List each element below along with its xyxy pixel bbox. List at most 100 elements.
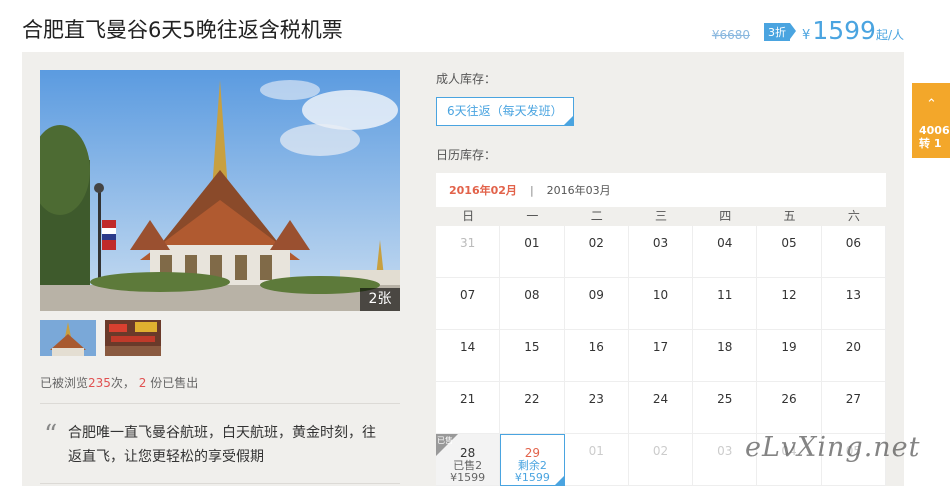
divider xyxy=(40,403,400,404)
calendar-day[interactable]: 24 xyxy=(628,382,694,434)
day-number: 19 xyxy=(781,340,797,354)
calendar-day[interactable]: 14 xyxy=(436,330,501,382)
calendar-day[interactable]: 15 xyxy=(500,330,565,382)
day-number: 20 xyxy=(845,340,861,354)
tab-month-mar[interactable]: 2016年03月 xyxy=(547,182,611,198)
product-title: 合肥直飞曼谷6天5晚往返含税机票 xyxy=(22,18,343,42)
weekday-label: 四 xyxy=(719,209,732,223)
price-area: ¥6680 3折 ¥ 1599 起/人 xyxy=(712,16,904,45)
calendar-day[interactable]: 18 xyxy=(693,330,758,382)
day-number: 02 xyxy=(588,236,604,250)
weekday-label: 三 xyxy=(654,209,667,223)
month-separator: | xyxy=(529,183,534,197)
day-number: 21 xyxy=(460,392,476,406)
day-number: 24 xyxy=(652,392,669,406)
main-photo[interactable]: 2张 xyxy=(40,70,400,311)
calendar-day[interactable]: 16 xyxy=(564,330,629,382)
day-number: 29 xyxy=(524,446,541,460)
calendar-day[interactable]: 08 xyxy=(500,278,565,330)
day-number: 13 xyxy=(845,288,861,302)
weekday-label: 日 xyxy=(462,209,475,223)
day-number: 26 xyxy=(781,392,797,406)
day-number: 27 xyxy=(845,392,861,406)
day-number: 16 xyxy=(588,340,604,354)
calendar-day[interactable]: 27 xyxy=(821,382,886,434)
calendar-day[interactable]: 11 xyxy=(693,278,758,330)
thumbnail-2[interactable] xyxy=(105,320,161,356)
calendar-day[interactable]: 21 xyxy=(436,382,501,434)
day-number: 08 xyxy=(524,288,540,302)
currency-symbol: ¥ xyxy=(802,28,811,43)
day-number: 22 xyxy=(524,392,540,406)
calendar-day[interactable]: 23 xyxy=(564,382,629,434)
day-number: 23 xyxy=(588,392,604,406)
calendar-day[interactable]: 02 xyxy=(564,226,629,278)
day-number: 14 xyxy=(460,340,476,354)
quote-icon: “ xyxy=(44,420,58,450)
day-number: 07 xyxy=(460,288,476,302)
tab-month-feb[interactable]: 2016年02月 xyxy=(449,182,517,198)
view-count: 235 xyxy=(88,376,111,390)
phone-number: 40065 转 1 xyxy=(919,124,950,150)
day-number: 18 xyxy=(717,340,733,354)
contact-sidebar[interactable]: ⌃ 40065 转 1 xyxy=(912,83,950,158)
calendar-day[interactable]: 05 xyxy=(757,226,822,278)
route-option-button[interactable]: 6天往返（每天发班） xyxy=(436,97,574,126)
photo-count-badge: 2张 xyxy=(360,288,400,311)
weekday-label: 六 xyxy=(847,209,860,223)
sold-count: 2 xyxy=(138,376,147,390)
calendar-day[interactable]: 01 xyxy=(500,226,565,278)
day-number: 12 xyxy=(781,288,797,302)
day-number: 03 xyxy=(652,236,669,250)
calendar-day[interactable]: 22 xyxy=(500,382,565,434)
calendar-day[interactable]: 19 xyxy=(757,330,822,382)
calendar-day[interactable]: 20 xyxy=(821,330,886,382)
day-number: 01 xyxy=(524,236,540,250)
day-number: 11 xyxy=(717,288,733,302)
day-price: ¥1599 xyxy=(450,471,486,484)
calendar-day[interactable]: 04 xyxy=(693,226,758,278)
calendar-day[interactable]: 03 xyxy=(628,226,694,278)
day-number: 31 xyxy=(460,236,476,250)
calendar-stock-label: 日历库存： xyxy=(436,148,497,162)
day-number: 17 xyxy=(652,340,669,354)
calendar-day[interactable]: 10 xyxy=(628,278,694,330)
calendar-day: 31 xyxy=(436,226,501,278)
calendar-day[interactable]: 26 xyxy=(757,382,822,434)
product-panel: 2张 已被浏览235次， 2 份已售出 “ 合肥唯一直飞曼谷航班，白天航班，黄金… xyxy=(22,52,904,486)
day-number: 05 xyxy=(781,236,797,250)
calendar-day[interactable]: 13 xyxy=(821,278,886,330)
thumbnail-1[interactable] xyxy=(40,320,96,356)
calendar-day[interactable]: 17 xyxy=(628,330,694,382)
calendar-month-tabs: 2016年02月 | 2016年03月 xyxy=(436,173,886,207)
watermark: eLvXing.net xyxy=(745,432,921,463)
weekday-label: 五 xyxy=(783,209,796,223)
calendar-day: 02 xyxy=(628,434,694,486)
calendar-day[interactable]: 07 xyxy=(436,278,501,330)
day-number: 25 xyxy=(717,392,733,406)
discount-badge: 3折 xyxy=(764,23,797,41)
chevron-up-icon: ⌃ xyxy=(926,97,937,112)
divider xyxy=(40,483,400,484)
calendar-day[interactable]: 25 xyxy=(693,382,758,434)
current-price: 1599 xyxy=(812,16,876,45)
day-number: 01 xyxy=(588,444,604,458)
product-description: 合肥唯一直飞曼谷航班，白天航班，黄金时刻，往返直飞，让您更轻松的享受假期 xyxy=(68,425,376,465)
day-number: 02 xyxy=(652,444,669,458)
sold-out-badge-label: 已售 xyxy=(437,436,453,445)
calendar-day[interactable]: 06 xyxy=(821,226,886,278)
view-sold-stats: 已被浏览235次， 2 份已售出 xyxy=(40,376,199,390)
day-number: 04 xyxy=(717,236,733,250)
original-price: ¥6680 xyxy=(711,28,751,42)
calendar-day[interactable]: 已售 28 已售2 ¥1599 xyxy=(436,434,501,486)
calendar-day[interactable]: 12 xyxy=(757,278,822,330)
calendar-day[interactable]: 09 xyxy=(564,278,629,330)
adult-stock-label: 成人库存： xyxy=(436,72,497,86)
weekday-label: 二 xyxy=(590,209,603,223)
day-number: 09 xyxy=(588,288,604,302)
day-number: 06 xyxy=(845,236,861,250)
price-unit: 起/人 xyxy=(875,28,904,42)
calendar-day: 01 xyxy=(564,434,629,486)
calendar-day[interactable]: 29 剩余2 ¥1599 xyxy=(500,434,565,486)
day-number: 15 xyxy=(524,340,540,354)
